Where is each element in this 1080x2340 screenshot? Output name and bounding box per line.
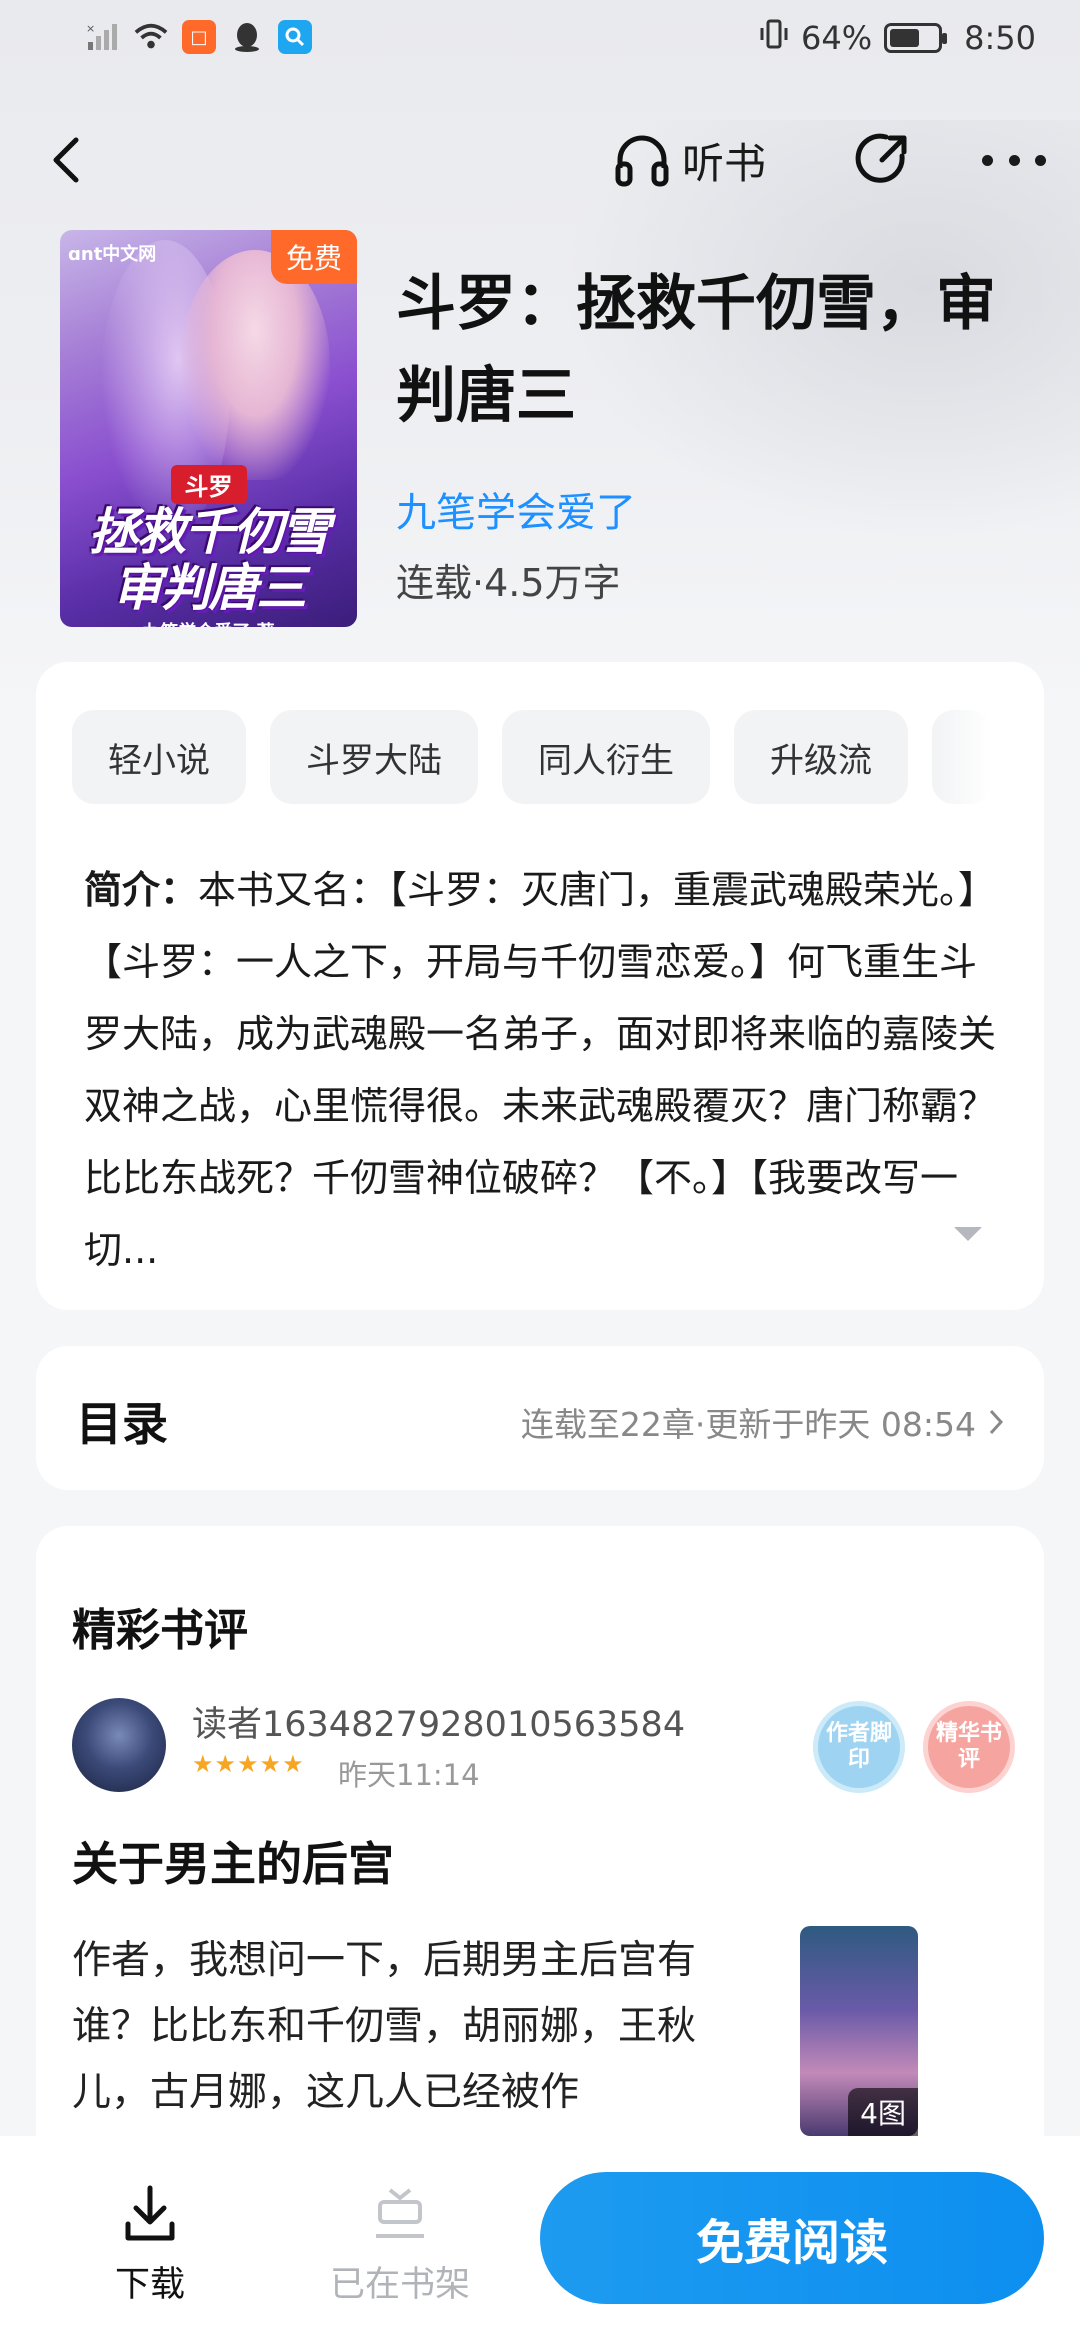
image-count-badge: 4图	[848, 2088, 918, 2136]
author-footprint-badge: 作者脚印	[818, 1706, 900, 1788]
share-icon	[855, 133, 907, 183]
book-meta: 连载·4.5万字	[396, 561, 621, 605]
bookshelf-icon	[376, 2188, 424, 2238]
tag-chip[interactable]: 同人衍生	[502, 710, 710, 804]
review-title[interactable]: 关于男主的后宫	[72, 1828, 394, 1894]
download-button[interactable]: 下载	[100, 2184, 200, 2307]
review-time: 昨天11:14	[338, 1758, 480, 1792]
toc-card[interactable]: 目录 连载至22章·更新于昨天 08:54	[36, 1346, 1044, 1490]
cover-series-tag: 斗罗	[170, 465, 247, 504]
free-badge: 免费	[271, 230, 357, 284]
back-button[interactable]	[40, 130, 100, 190]
toc-label: 目录	[76, 1397, 168, 1451]
star-icon: ★	[214, 1750, 237, 1778]
featured-review-badge: 精华书评	[928, 1706, 1010, 1788]
signal-icon: ×	[86, 20, 120, 54]
author-link[interactable]: 九笔学会爱了	[396, 480, 636, 538]
toc-info: 连载至22章·更新于昨天 08:54	[521, 1398, 1004, 1446]
star-icon: ★	[192, 1750, 214, 1778]
reviews-heading: 精彩书评	[72, 1605, 248, 1656]
cover-illustration	[180, 250, 330, 480]
review-body[interactable]: 作者，我想问一下，后期男主后宫有谁？比比东和千仞雪，胡丽娜，王秋儿，古月娜，这几…	[72, 1928, 752, 2126]
review-rating: ★ ★ ★ ★ ★	[192, 1751, 304, 1777]
listen-button[interactable]: 听书	[612, 128, 766, 192]
intro-text[interactable]: 简介：本书又名：【斗罗：灭唐门，重震武魂殿荣光。】【斗罗：一人之下，开局与千仞雪…	[84, 854, 1004, 1286]
status-bar: × □ 64% 8:50	[0, 0, 1080, 80]
download-icon	[125, 2185, 175, 2241]
expand-arrow-icon[interactable]	[954, 1227, 982, 1241]
listen-label: 听书	[682, 138, 767, 188]
cover-publisher-logo: ɑnt中文网	[68, 244, 157, 265]
tag-chip[interactable]: 轻小说	[72, 710, 246, 804]
tag-chip[interactable]: 升级流	[734, 710, 908, 804]
clock: 8:50	[964, 19, 1036, 57]
avatar[interactable]	[72, 1698, 166, 1792]
intro-label: 简介：	[84, 868, 199, 912]
book-title: 斗罗：拯救千仞雪，审判唐三	[396, 269, 996, 431]
download-label: 下载	[114, 2265, 185, 2305]
headphones-icon	[615, 135, 669, 187]
wifi-icon	[134, 20, 168, 54]
book-cover[interactable]: ɑnt中文网 免费 斗罗 拯救千仞雪 审判唐三 九笔学会爱了 著	[60, 230, 357, 627]
cover-title: 斗罗 拯救千仞雪 审判唐三 九笔学会爱了 著	[60, 465, 357, 627]
search-app-icon	[278, 20, 312, 54]
intro-body: 本书又名：【斗罗：灭唐门，重震武魂殿荣光。】【斗罗：一人之下，开局与千仞雪恋爱。…	[84, 868, 997, 1272]
tag-list: 轻小说 斗罗大陆 同人衍生 升级流	[72, 710, 992, 804]
bookshelf-button[interactable]: 已在书架	[320, 2184, 480, 2307]
review-username[interactable]: 读者1634827928010563584	[192, 1696, 685, 1747]
back-icon	[53, 137, 79, 183]
battery-level	[890, 29, 920, 47]
svg-text:×: ×	[86, 22, 95, 35]
tag-chip[interactable]: 斗罗大陆	[270, 710, 478, 804]
bookshelf-label: 已在书架	[329, 2265, 470, 2305]
cover-author: 九笔学会爱了 著	[60, 618, 357, 627]
star-icon: ★	[259, 1750, 282, 1778]
bottom-action-bar: 下载 已在书架 免费阅读	[0, 2136, 1080, 2340]
star-icon: ★	[282, 1750, 304, 1778]
battery-icon	[884, 23, 948, 53]
cover-title-line-2: 审判唐三	[112, 559, 307, 617]
star-icon: ★	[237, 1750, 259, 1778]
toc-update-text: 连载至22章·更新于昨天 08:54	[520, 1405, 976, 1444]
qq-icon	[230, 20, 264, 54]
review-image[interactable]: 4图	[800, 1926, 996, 2136]
chevron-right-icon	[989, 1409, 1004, 1435]
top-nav: 听书	[0, 110, 1080, 210]
tag-chip-overflow[interactable]	[932, 710, 992, 804]
free-read-button[interactable]: 免费阅读	[540, 2172, 1044, 2304]
app-notification-icon: □	[182, 20, 216, 54]
share-button[interactable]	[850, 126, 916, 192]
intro-card: 轻小说 斗罗大陆 同人衍生 升级流 简介：本书又名：【斗罗：灭唐门，重震武魂殿荣…	[36, 662, 1044, 1310]
vibrate-icon	[759, 18, 789, 58]
more-button[interactable]	[982, 130, 1046, 190]
cover-title-line-1: 拯救千仞雪	[88, 503, 331, 561]
more-icon	[982, 154, 993, 166]
battery-percent: 64%	[801, 19, 873, 57]
